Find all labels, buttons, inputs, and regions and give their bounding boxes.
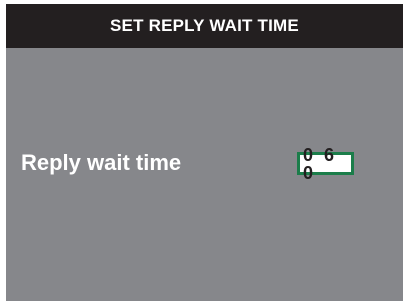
reply-wait-time-label: Reply wait time [21, 150, 182, 175]
display-screen: SET REPLY WAIT TIME Reply wait time 0 6 … [6, 4, 403, 301]
reply-wait-time-value: 0 6 0 [303, 144, 338, 183]
screen-title: SET REPLY WAIT TIME [110, 15, 299, 35]
title-bar: SET REPLY WAIT TIME [6, 4, 403, 48]
reply-wait-time-value-field[interactable]: 0 6 0 [297, 146, 354, 182]
